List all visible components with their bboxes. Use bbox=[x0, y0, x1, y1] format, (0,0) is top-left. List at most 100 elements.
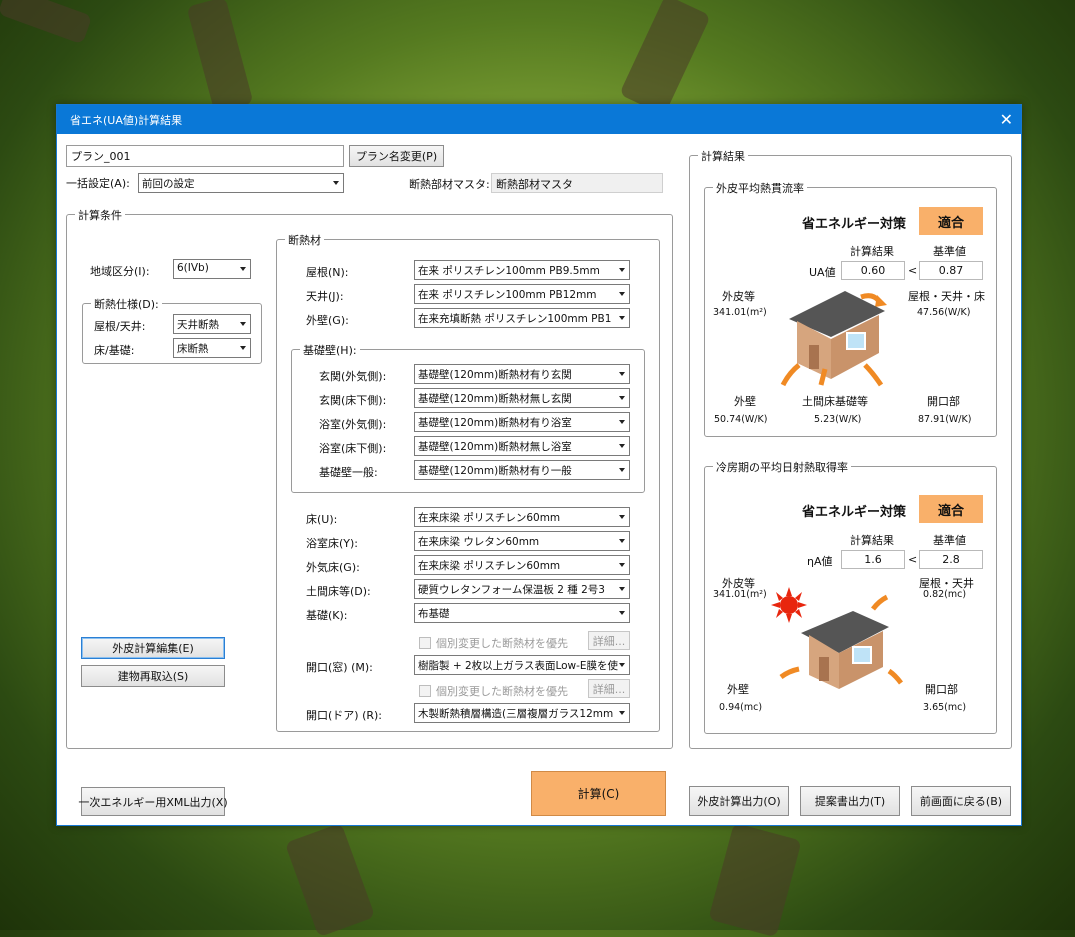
bath-floor-select[interactable]: 在来床梁 ウレタン60mm bbox=[414, 531, 630, 551]
house-window bbox=[852, 646, 872, 664]
chevron-down-icon bbox=[619, 515, 625, 519]
house-heat-loss-illustration bbox=[780, 291, 887, 387]
reload-building-button[interactable]: 建物再取込(S) bbox=[81, 665, 225, 687]
ua-opening-label: 開口部 bbox=[927, 395, 960, 408]
eta-opening-label: 開口部 bbox=[925, 683, 958, 696]
ua-standard-value: 0.87 bbox=[919, 261, 983, 280]
chevron-down-icon bbox=[619, 711, 625, 715]
foundation-row-label: 玄関(外気側): bbox=[319, 370, 387, 383]
eta-result-value: 1.6 bbox=[841, 550, 905, 569]
chevron-down-icon bbox=[619, 396, 625, 400]
ua-legend: 外皮平均熱貫流率 bbox=[713, 180, 807, 196]
door-opening-select[interactable]: 木製断熱積層構造(三層複層ガラス12mm bbox=[414, 703, 630, 723]
outer-floor-select[interactable]: 在来床梁 ポリスチレン60mm bbox=[414, 555, 630, 575]
eta-lt: < bbox=[908, 553, 918, 566]
foundation-row-select[interactable]: 基礎壁(120mm)断熱材無し浴室 bbox=[414, 436, 630, 456]
roof-label: 屋根(N): bbox=[306, 266, 349, 279]
eta-standard-value: 2.8 bbox=[919, 550, 983, 569]
floor-select[interactable]: 在来床梁 ポリスチレン60mm bbox=[414, 507, 630, 527]
foundation-row-select[interactable]: 基礎壁(120mm)断熱材有り玄関 bbox=[414, 364, 630, 384]
earth-floor-value: 硬質ウレタンフォーム保温板 2 種 2号3 bbox=[418, 584, 605, 596]
chevron-down-icon bbox=[333, 181, 339, 185]
priority-checkbox[interactable]: 個別変更した断熱材を優先 bbox=[419, 683, 568, 699]
detail-button[interactable]: 詳細... bbox=[588, 631, 630, 650]
bath-floor-value: 在来床梁 ウレタン60mm bbox=[418, 536, 540, 548]
solar-arrow-wall bbox=[779, 666, 800, 680]
eta-roof-value: 0.82(mc) bbox=[923, 589, 967, 600]
floor-base-label: 床/基礎: bbox=[94, 344, 135, 357]
spec-legend: 断熱仕様(D): bbox=[91, 296, 162, 312]
earth-floor-select[interactable]: 硬質ウレタンフォーム保温板 2 種 2号3 bbox=[414, 579, 630, 599]
back-button[interactable]: 前画面に戻る(B) bbox=[911, 786, 1011, 816]
floor-value: 在来床梁 ポリスチレン60mm bbox=[418, 512, 561, 524]
insulation-legend: 断熱材 bbox=[285, 232, 324, 248]
chevron-down-icon bbox=[619, 539, 625, 543]
priority-checkbox-label: 個別変更した断熱材を優先 bbox=[436, 637, 568, 650]
solar-arrow-roof bbox=[871, 594, 889, 611]
chevron-down-icon bbox=[240, 346, 246, 350]
roof-value: 在来 ポリスチレン100mm PB9.5mm bbox=[418, 265, 600, 277]
chevron-down-icon bbox=[619, 372, 625, 376]
roof-ceiling-select[interactable]: 天井断熱 bbox=[173, 314, 251, 334]
ua-title: 省エネルギー対策 bbox=[802, 217, 907, 232]
house-solar-gain-illustration bbox=[771, 587, 903, 689]
solar-arrow-opening bbox=[887, 668, 903, 685]
close-icon[interactable]: ✕ bbox=[1000, 110, 1013, 129]
heat-arrow-roof-head bbox=[875, 295, 887, 307]
foundation-row-value: 基礎壁(120mm)断熱材有り玄関 bbox=[418, 369, 572, 381]
wall-select[interactable]: 在来充填断熱 ポリスチレン100mm PB1 bbox=[414, 308, 630, 328]
door-opening-value: 木製断熱積層構造(三層複層ガラス12mm bbox=[418, 708, 614, 720]
background-trunk bbox=[708, 822, 802, 937]
foundation-row-value: 基礎壁(120mm)断熱材有り浴室 bbox=[418, 417, 572, 429]
eta-opening-value: 3.65(mc) bbox=[923, 702, 967, 713]
bulk-setting-value: 前回の設定 bbox=[142, 178, 195, 190]
plan-name-input[interactable]: プラン_001 bbox=[66, 145, 344, 167]
ua-status-badge: 適合 bbox=[919, 207, 983, 235]
bulk-setting-select[interactable]: 前回の設定 bbox=[138, 173, 344, 193]
foundation-row-value: 基礎壁(120mm)断熱材無し浴室 bbox=[418, 441, 572, 453]
detail-button[interactable]: 詳細... bbox=[588, 679, 630, 698]
floor-base-select[interactable]: 床断熱 bbox=[173, 338, 251, 358]
region-label: 地域区分(I): bbox=[90, 265, 150, 278]
house-door bbox=[809, 345, 819, 369]
foundation-row-label: 浴室(床下側): bbox=[319, 442, 387, 455]
result-dialog: 省エネ(UA値)計算結果 ✕ プラン_001 プラン名変更(P) 一括設定(A)… bbox=[56, 104, 1022, 826]
roof-select[interactable]: 在来 ポリスチレン100mm PB9.5mm bbox=[414, 260, 630, 280]
house-door bbox=[819, 657, 829, 681]
floor-label: 床(U): bbox=[306, 513, 338, 526]
ua-opening-value: 87.91(W/K) bbox=[918, 414, 972, 425]
base-select[interactable]: 布基礎 bbox=[414, 603, 630, 623]
xml-export-button[interactable]: 一次エネルギー用XML出力(X) bbox=[78, 787, 228, 816]
background-trunk bbox=[0, 0, 93, 45]
window-opening-select[interactable]: 樹脂製 + 2枚以上ガラス表面Low-E膜を使 bbox=[414, 655, 630, 675]
ceiling-select[interactable]: 在来 ポリスチレン100mm PB12mm bbox=[414, 284, 630, 304]
foundation-row-select[interactable]: 基礎壁(120mm)断熱材有り一般 bbox=[414, 460, 630, 480]
bath-floor-label: 浴室床(Y): bbox=[306, 537, 359, 550]
envelope-output-button[interactable]: 外皮計算出力(O) bbox=[689, 786, 789, 816]
base-label: 基礎(K): bbox=[306, 609, 348, 622]
proposal-output-button[interactable]: 提案書出力(T) bbox=[800, 786, 900, 816]
foundation-row-select[interactable]: 基礎壁(120mm)断熱材有り浴室 bbox=[414, 412, 630, 432]
calculate-button[interactable]: 計算(C) bbox=[531, 771, 666, 816]
ua-col-result: 計算結果 bbox=[850, 245, 894, 258]
background-trunk bbox=[284, 822, 376, 937]
eta-row-label: ηA値 bbox=[807, 555, 833, 568]
region-select[interactable]: 6(IVb) bbox=[173, 259, 251, 279]
priority-checkbox[interactable]: 個別変更した断熱材を優先 bbox=[419, 635, 568, 651]
foundation-legend: 基礎壁(H): bbox=[300, 342, 360, 358]
envelope-edit-button[interactable]: 外皮計算編集(E) bbox=[81, 637, 225, 659]
door-opening-label: 開口(ドア) (R): bbox=[306, 709, 383, 722]
heat-arrow-opening bbox=[863, 363, 884, 387]
chevron-down-icon bbox=[619, 663, 625, 667]
heat-arrow-wall bbox=[780, 363, 801, 387]
ua-wall-value: 50.74(W/K) bbox=[714, 414, 768, 425]
foundation-row-select[interactable]: 基礎壁(120mm)断熱材無し玄関 bbox=[414, 388, 630, 408]
ua-wall-label: 外壁 bbox=[734, 395, 756, 408]
eta-status-badge: 適合 bbox=[919, 495, 983, 523]
checkbox-box bbox=[419, 685, 431, 697]
ua-roof-value: 47.56(W/K) bbox=[917, 307, 971, 318]
rename-plan-button[interactable]: プラン名変更(P) bbox=[349, 145, 444, 167]
background-trunk bbox=[186, 0, 254, 114]
foundation-row-label: 基礎壁一般: bbox=[319, 466, 378, 479]
ua-col-standard: 基準値 bbox=[933, 245, 966, 258]
